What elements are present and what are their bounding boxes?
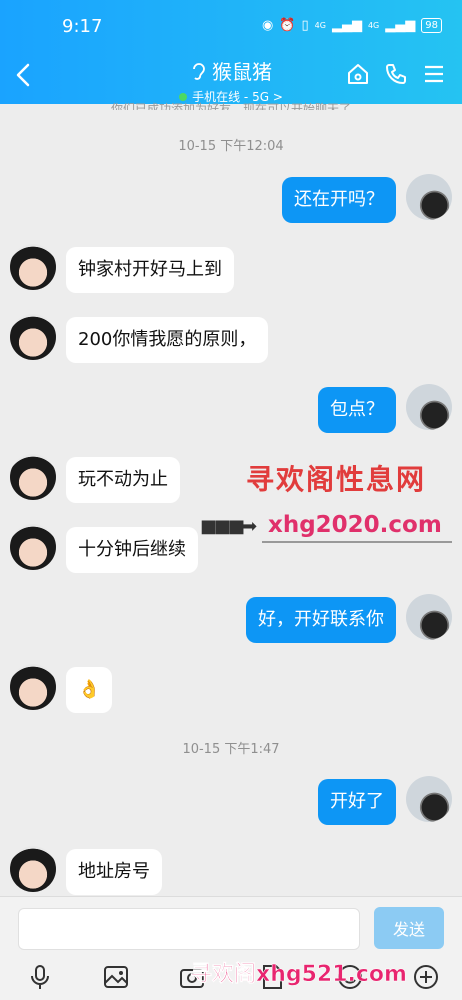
- signal-label-1: 4G: [314, 21, 326, 30]
- message-bubble-in[interactable]: 地址房号: [66, 849, 162, 895]
- message-bubble-in[interactable]: 钟家村开好马上到: [66, 247, 234, 293]
- microphone-icon[interactable]: [26, 963, 54, 991]
- message-bubble-out[interactable]: 开好了: [318, 779, 396, 825]
- status-bar: 9:17 ◉ ⏰ ▯ 4G ▂▄▆ 4G ▂▄▆ 98: [0, 16, 462, 42]
- avatar-self[interactable]: [406, 384, 452, 430]
- send-button[interactable]: 发送: [374, 907, 444, 949]
- message-bubble-out[interactable]: 还在开吗？: [282, 177, 396, 223]
- arrow-icon: ■■■➡: [200, 516, 257, 537]
- alarm-icon: ⏰: [279, 18, 296, 33]
- vibrate-icon: ▯: [301, 18, 309, 33]
- phone-icon[interactable]: [384, 62, 408, 86]
- timestamp: 10-15 下午12:04: [178, 139, 284, 154]
- status-icons: ◉ ⏰ ▯ 4G ▂▄▆ 4G ▂▄▆ 98: [262, 18, 442, 33]
- avatar-contact[interactable]: [10, 244, 56, 290]
- ear-icon: [193, 62, 205, 80]
- avatar-self[interactable]: [406, 594, 452, 640]
- message-bubble-in[interactable]: 玩不动为止: [66, 457, 180, 503]
- home-icon[interactable]: [346, 62, 370, 86]
- image-icon[interactable]: [102, 963, 130, 991]
- header-actions: [346, 62, 446, 86]
- system-note: 你们已成功添加为好友，现在可以开始聊天了: [110, 102, 351, 110]
- avatar-contact[interactable]: [10, 524, 56, 570]
- message-bubble-in[interactable]: 十分钟后继续: [66, 527, 198, 573]
- chat-header: 9:17 ◉ ⏰ ▯ 4G ▂▄▆ 4G ▂▄▆ 98 猴鼠猪 手机在线 - 5…: [0, 0, 462, 104]
- watermark-bottom: 寻欢阁xhg521.com: [190, 962, 407, 988]
- timestamp: 10-15 下午1:47: [182, 742, 280, 757]
- watermark-title: 寻欢阁性息网: [246, 463, 427, 496]
- watermark-url: xhg2020.com: [268, 512, 442, 538]
- avatar-contact[interactable]: [10, 664, 56, 710]
- signal-label-2: 4G: [367, 21, 380, 30]
- message-input[interactable]: [18, 908, 360, 950]
- menu-icon[interactable]: [422, 62, 446, 86]
- battery-icon: 98: [421, 18, 442, 33]
- avatar-contact[interactable]: [10, 454, 56, 500]
- message-bubble-in[interactable]: 200你情我愿的原则，: [66, 317, 269, 363]
- message-bubble-in[interactable]: 👌: [66, 667, 113, 713]
- eye-icon: ◉: [261, 18, 274, 33]
- message-bubble-out[interactable]: 包点？: [318, 387, 396, 433]
- signal-icon: ▂▄▆: [331, 18, 362, 33]
- plus-icon[interactable]: [412, 963, 440, 991]
- page-title: 猴鼠猪: [212, 60, 272, 84]
- message-bubble-out[interactable]: 好，开好联系你: [246, 597, 396, 643]
- avatar-self[interactable]: [406, 776, 452, 822]
- avatar-contact[interactable]: [10, 846, 56, 892]
- signal-icon-2: ▂▄▆: [385, 18, 416, 33]
- avatar-self[interactable]: [406, 174, 452, 220]
- watermark-underline: [262, 541, 452, 543]
- avatar-contact[interactable]: [10, 314, 56, 360]
- status-time: 9:17: [62, 16, 103, 37]
